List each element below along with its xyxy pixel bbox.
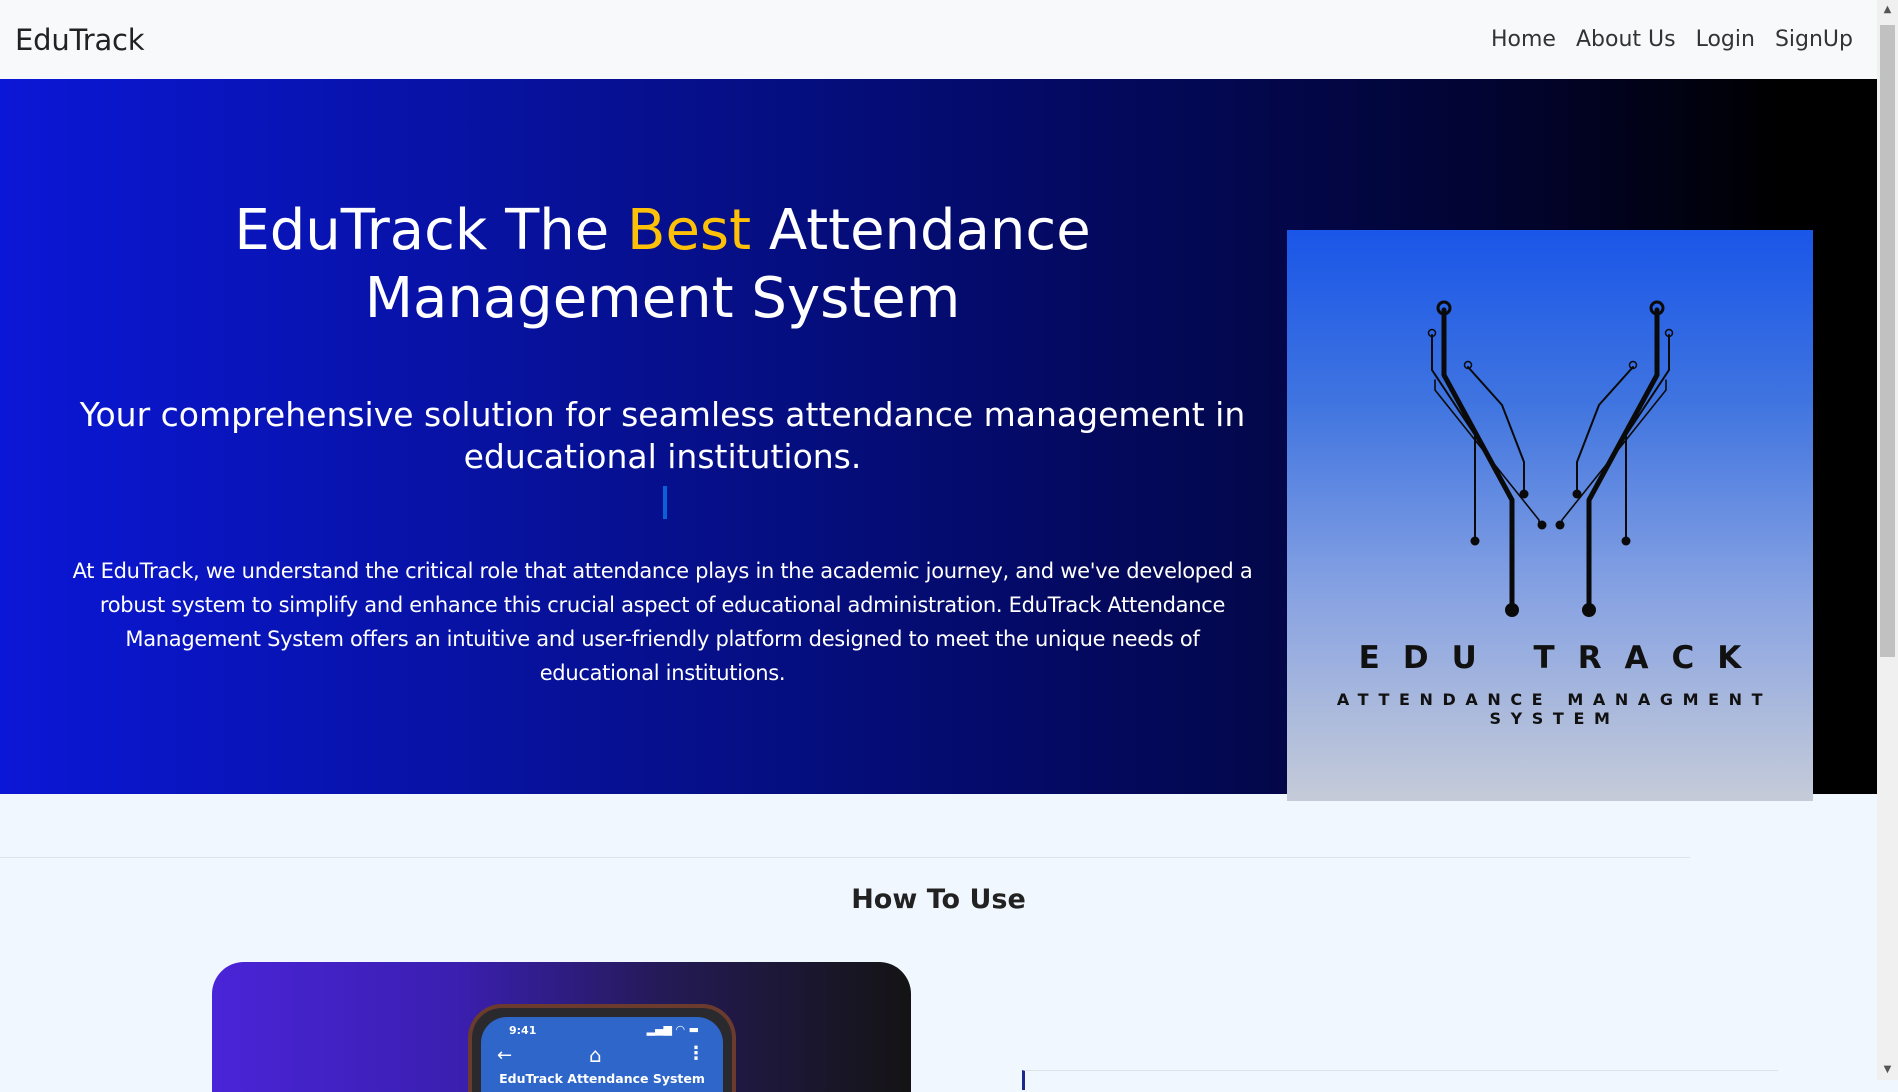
scroll-up-arrow-icon[interactable]: ▲ — [1877, 0, 1898, 20]
home-icon: ⌂ — [589, 1043, 602, 1067]
hero-title-accent: Best — [627, 198, 752, 263]
nav-links: Home About Us Login SignUp — [1491, 27, 1853, 52]
logo-wordmark: EDU TRACK — [1358, 640, 1765, 676]
how-to-use-image-card: 9:41 ▂▄▆ ◠ ▬ ← ⌂ ⋮ EduTrack Attendance S… — [212, 962, 911, 1092]
how-to-use-text-panel — [1022, 1070, 1778, 1090]
back-arrow-icon: ← — [497, 1045, 513, 1066]
brand-logo-text[interactable]: EduTrack — [15, 23, 145, 57]
edutrack-logo-image: EDU TRACK ATTENDANCE MANAGMENT SYSTEM — [1287, 230, 1813, 801]
section-divider — [0, 857, 1690, 858]
logo-tagline: ATTENDANCE MANAGMENT SYSTEM — [1336, 690, 1773, 728]
phone-mockup: 9:41 ▂▄▆ ◠ ▬ ← ⌂ ⋮ EduTrack Attendance S… — [468, 1004, 736, 1092]
phone-screen: 9:41 ▂▄▆ ◠ ▬ ← ⌂ ⋮ EduTrack Attendance S… — [481, 1017, 723, 1092]
navbar: EduTrack Home About Us Login SignUp — [0, 0, 1877, 79]
hero-subtitle: Your comprehensive solution for seamless… — [79, 395, 1246, 476]
kebab-menu-icon: ⋮ — [687, 1043, 705, 1064]
nav-link-about-us[interactable]: About Us — [1576, 27, 1676, 52]
phone-app-title: EduTrack Attendance System — [499, 1071, 705, 1086]
vertical-scrollbar[interactable]: ▲ ▼ — [1877, 0, 1898, 1080]
how-to-use-title: How To Use — [851, 884, 1026, 915]
hero-title: EduTrack The Best Attendance Management … — [60, 197, 1265, 333]
hero-section: EduTrack The Best Attendance Management … — [0, 79, 1877, 801]
scroll-down-arrow-icon[interactable]: ▼ — [1877, 1060, 1898, 1080]
nav-link-login[interactable]: Login — [1696, 27, 1755, 52]
typing-cursor — [663, 486, 667, 519]
circuit-logo-icon — [1427, 300, 1674, 617]
scrollbar-thumb[interactable] — [1880, 25, 1895, 657]
phone-time: 9:41 — [509, 1024, 537, 1037]
hero-description: At EduTrack, we understand the critical … — [72, 559, 1253, 685]
phone-status-icons: ▂▄▆ ◠ ▬ — [646, 1023, 699, 1036]
nav-link-signup[interactable]: SignUp — [1775, 27, 1853, 52]
hero-title-start: EduTrack The — [234, 198, 628, 263]
nav-link-home[interactable]: Home — [1491, 27, 1556, 52]
